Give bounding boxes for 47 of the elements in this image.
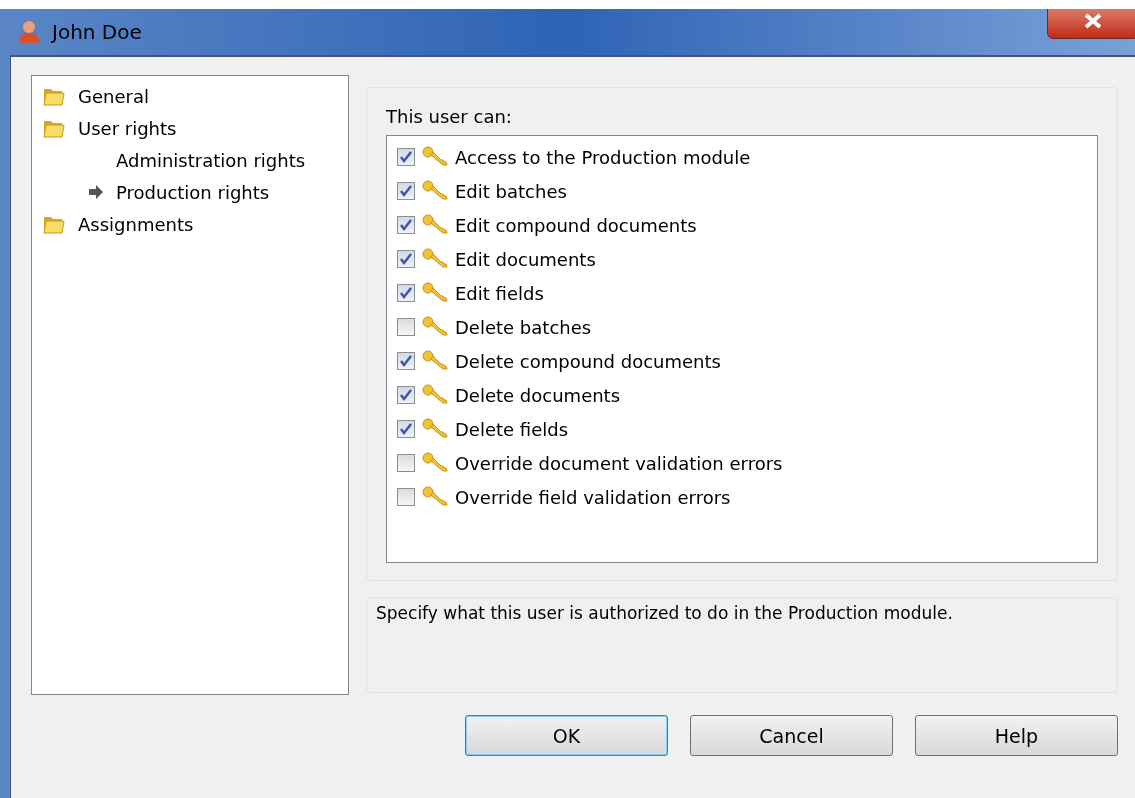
checkbox[interactable]	[397, 148, 415, 166]
close-icon	[1083, 13, 1103, 29]
checkbox[interactable]	[397, 488, 415, 506]
key-icon	[421, 349, 449, 373]
right-label: Override field validation errors	[455, 486, 731, 508]
right-label: Delete fields	[455, 418, 569, 440]
key-icon	[421, 417, 449, 441]
dialog-button[interactable]: Help	[915, 715, 1118, 756]
checkbox[interactable]	[397, 386, 415, 404]
checkbox[interactable]	[397, 216, 415, 234]
close-button[interactable]	[1047, 9, 1135, 39]
checkbox[interactable]	[397, 454, 415, 472]
right-label: Delete batches	[455, 316, 592, 338]
key-icon	[421, 383, 449, 407]
checkbox[interactable]	[397, 420, 415, 438]
tree-item[interactable]: Administration rights	[42, 144, 338, 176]
list-heading: This user can:	[386, 106, 513, 127]
user-icon	[18, 20, 40, 44]
dialog-button[interactable]: OK	[465, 715, 668, 756]
key-icon	[421, 179, 449, 203]
right-label: Edit batches	[455, 180, 567, 202]
checkbox[interactable]	[397, 352, 415, 370]
key-icon	[421, 485, 449, 509]
right-label: Edit fields	[455, 282, 544, 304]
window-title: John Doe	[52, 20, 142, 44]
key-icon	[421, 451, 449, 475]
right-label: Override document validation errors	[455, 452, 783, 474]
checkbox[interactable]	[397, 318, 415, 336]
right-label: Delete compound documents	[455, 350, 721, 372]
right-label: Edit documents	[455, 248, 596, 270]
key-icon	[421, 145, 449, 169]
right-label: Access to the Production module	[455, 146, 751, 168]
key-icon	[421, 315, 449, 339]
description-text: Specify what this user is authorized to do in the Production module.	[376, 603, 953, 623]
checkbox[interactable]	[397, 284, 415, 302]
checkbox[interactable]	[397, 250, 415, 268]
dialog-button[interactable]: Cancel	[690, 715, 893, 756]
key-icon	[421, 213, 449, 237]
key-icon	[421, 281, 449, 305]
tree-item[interactable]: User rights	[42, 112, 338, 144]
checkbox[interactable]	[397, 182, 415, 200]
right-label: Edit compound documents	[455, 214, 697, 236]
tree-item[interactable]: General	[42, 80, 338, 112]
tree-item[interactable]: Production rights	[42, 176, 338, 208]
tree-item[interactable]: Assignments	[42, 208, 338, 240]
key-icon	[421, 247, 449, 271]
right-label: Delete documents	[455, 384, 621, 406]
